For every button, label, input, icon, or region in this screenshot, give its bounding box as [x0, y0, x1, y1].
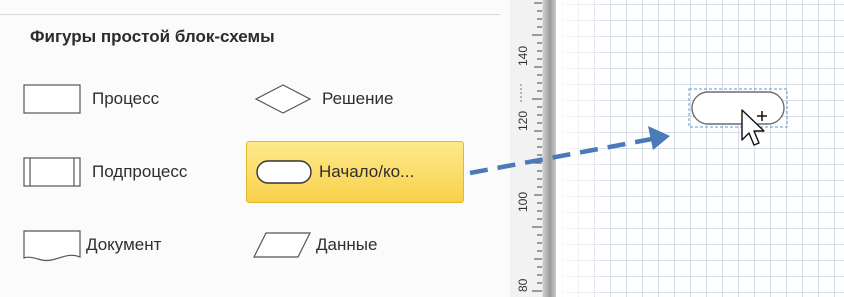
ruler-label: 80	[516, 278, 530, 292]
data-shape-icon	[253, 232, 311, 258]
subprocess-shape-icon	[23, 157, 81, 187]
ruler-label: 120	[516, 110, 530, 131]
ruler-ticks	[520, 2, 542, 292]
stencil-title: Фигуры простой блок-схемы	[30, 27, 275, 46]
shape-process[interactable]: Процесс	[16, 76, 206, 122]
stencil-divider	[0, 14, 500, 15]
shape-document[interactable]: Документ	[16, 222, 216, 268]
canvas-edge-fade	[556, 0, 616, 297]
shape-label: Начало/ко...	[319, 162, 415, 181]
shape-label: Процесс	[92, 89, 160, 108]
shapes-stencil-panel: Фигуры простой блок-схемы Процесс Решени…	[0, 0, 511, 297]
document-shape-icon	[23, 230, 81, 262]
shape-label: Данные	[316, 235, 378, 254]
ruler-label: 100	[516, 191, 530, 212]
decision-shape-icon	[254, 84, 312, 114]
shape-label: Подпроцесс	[92, 162, 188, 181]
vertical-ruler[interactable]: 140 120 100 80	[510, 0, 556, 297]
ruler-label: 140	[516, 45, 530, 66]
mouse-pointer-add-icon	[741, 109, 767, 146]
shape-decision[interactable]: Решение	[246, 76, 446, 122]
shape-label: Решение	[322, 89, 394, 108]
shape-start-end[interactable]: Начало/ко...	[246, 141, 464, 203]
shape-subprocess[interactable]: Подпроцесс	[16, 149, 236, 195]
shape-label: Документ	[86, 235, 162, 254]
start-end-shape-icon	[256, 160, 312, 184]
process-shape-icon	[23, 84, 81, 114]
shape-data[interactable]: Данные	[246, 222, 446, 268]
